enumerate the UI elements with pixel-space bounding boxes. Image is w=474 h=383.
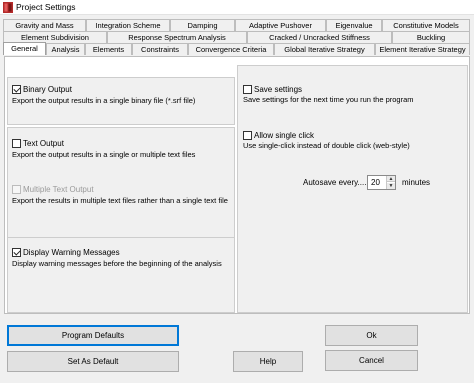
binary-output-description: Export the output results in a single bi… [12, 96, 196, 105]
tab-response-spectrum-analysis[interactable]: Response Spectrum Analysis [107, 31, 247, 43]
spinner-down-arrow-icon[interactable]: ▼ [387, 183, 395, 189]
tab-element-iterative-strategy[interactable]: Element Iterative Strategy [375, 43, 470, 55]
tab-elements[interactable]: Elements [85, 43, 132, 55]
save-settings-label: Save settings [254, 85, 303, 94]
display-warnings-description: Display warning messages before the begi… [12, 259, 222, 268]
single-click-checkbox[interactable] [243, 131, 252, 140]
help-button[interactable]: Help [233, 351, 303, 372]
tab-general[interactable]: General [3, 42, 46, 55]
multiple-text-output-checkbox [12, 185, 21, 194]
tab-gravity-and-mass[interactable]: Gravity and Mass [3, 19, 86, 31]
binary-output-checkbox-row[interactable]: Binary Output [12, 84, 72, 95]
text-output-checkbox[interactable] [12, 139, 21, 148]
autosave-minutes-spinner[interactable]: 20 ▲ ▼ [367, 175, 396, 190]
save-settings-checkbox-row[interactable]: Save settings [243, 84, 302, 95]
general-tab-panel: Binary Output Export the output results … [4, 56, 470, 314]
tab-damping[interactable]: Damping [170, 19, 235, 31]
tab-constitutive-models[interactable]: Constitutive Models [382, 19, 470, 31]
multiple-text-output-label: Multiple Text Output [23, 185, 94, 194]
single-click-checkbox-row[interactable]: Allow single click [243, 130, 314, 141]
autosave-unit-label: minutes [402, 178, 431, 187]
display-warnings-label: Display Warning Messages [23, 248, 120, 257]
text-output-label: Text Output [23, 139, 64, 148]
spinner-buttons: ▲ ▼ [386, 176, 395, 189]
program-defaults-button[interactable]: Program Defaults [7, 325, 179, 346]
tab-integration-scheme[interactable]: Integration Scheme [86, 19, 170, 31]
display-warnings-checkbox-row[interactable]: Display Warning Messages [12, 247, 120, 258]
title-bar: Project Settings [0, 0, 474, 15]
single-click-label: Allow single click [254, 131, 315, 140]
window-title: Project Settings [16, 2, 76, 12]
set-as-default-button[interactable]: Set As Default [7, 351, 179, 372]
tab-eigenvalue[interactable]: Eigenvalue [326, 19, 382, 31]
autosave-label: Autosave every.... [303, 178, 367, 187]
save-settings-checkbox[interactable] [243, 85, 252, 94]
single-click-description: Use single-click instead of double click… [243, 141, 410, 150]
save-settings-description: Save settings for the next time you run … [243, 95, 414, 104]
tab-convergence-criteria[interactable]: Convergence Criteria [188, 43, 274, 55]
ok-button[interactable]: Ok [325, 325, 418, 346]
multiple-text-output-description: Export the results in multiple text file… [12, 196, 228, 205]
binary-output-label: Binary Output [23, 85, 72, 94]
text-output-description: Export the output results in a single or… [12, 150, 196, 159]
tab-analysis[interactable]: Analysis [46, 43, 85, 55]
display-warnings-checkbox[interactable] [12, 248, 21, 257]
tab-constraints[interactable]: Constraints [132, 43, 188, 55]
tab-cracked-uncracked-stiffness[interactable]: Cracked / Uncracked Stiffness [247, 31, 392, 43]
tab-global-iterative-strategy[interactable]: Global Iterative Strategy [274, 43, 375, 55]
binary-output-checkbox[interactable] [12, 85, 21, 94]
spinner-up-arrow-icon[interactable]: ▲ [387, 176, 395, 182]
multiple-text-output-checkbox-row: Multiple Text Output [12, 184, 94, 195]
text-output-checkbox-row[interactable]: Text Output [12, 138, 64, 149]
autosave-minutes-value[interactable]: 20 [371, 178, 380, 188]
tab-buckling[interactable]: Buckling [392, 31, 470, 43]
tab-adaptive-pushover[interactable]: Adaptive Pushover [235, 19, 326, 31]
app-icon [3, 2, 13, 13]
cancel-button[interactable]: Cancel [325, 350, 418, 371]
